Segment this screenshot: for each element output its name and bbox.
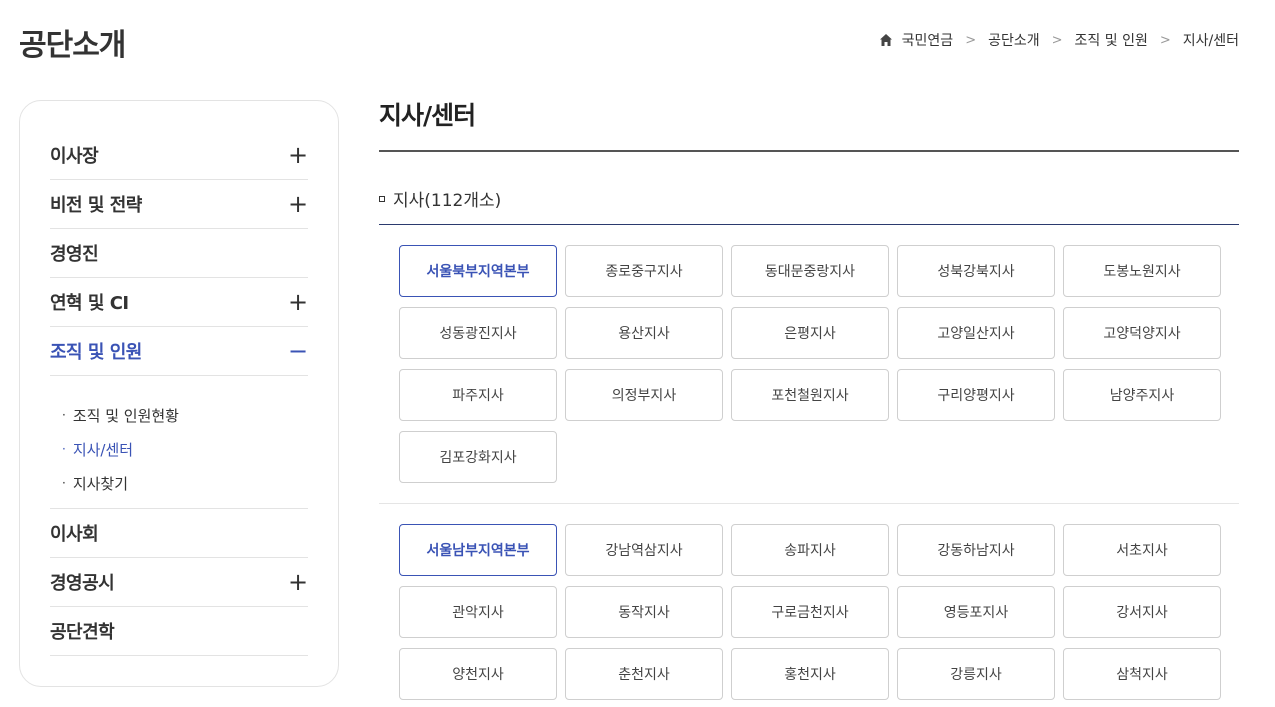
branch-button[interactable]: 강동하남지사 xyxy=(897,524,1055,576)
sidebar-item-label: 경영진 xyxy=(50,244,99,265)
chevron-right-icon: > xyxy=(1159,32,1171,48)
sidebar-item-label: 공단견학 xyxy=(50,622,115,643)
branch-button[interactable]: 포천철원지사 xyxy=(731,369,889,421)
sidebar-item-label: 연혁 및 CI xyxy=(50,293,129,314)
submenu-item-label: 지사찾기 xyxy=(72,474,129,493)
branch-button[interactable]: 성동광진지사 xyxy=(399,307,557,359)
submenu-item-label: 지사/센터 xyxy=(72,440,134,459)
content-title: 지사/센터 xyxy=(379,101,476,130)
chevron-right-icon: > xyxy=(965,32,977,48)
branch-button[interactable]: 성북강북지사 xyxy=(897,245,1055,297)
sidebar-item-label: 이사회 xyxy=(50,524,99,545)
breadcrumb: 국민연금 > 공단소개 > 조직 및 인원 > 지사/센터 xyxy=(879,30,1239,50)
branch-button[interactable]: 동작지사 xyxy=(565,586,723,638)
sidebar-item-vision[interactable]: 비전 및 전략 + xyxy=(50,180,308,229)
page-title: 공단소개 xyxy=(19,28,126,63)
submenu-item-label: 조직 및 인원현황 xyxy=(72,406,179,425)
sidebar-item-label: 조직 및 인원 xyxy=(50,342,142,363)
sidebar-item-label: 비전 및 전략 xyxy=(50,195,142,216)
sidebar: 이사장 + 비전 및 전략 + 경영진 연혁 및 CI + 조직 및 인원 − … xyxy=(19,100,339,687)
sidebar-item-disclosure[interactable]: 경영공시 + xyxy=(50,558,308,607)
bullet-icon: · xyxy=(62,476,66,490)
sidebar-item-label: 경영공시 xyxy=(50,573,115,594)
breadcrumb-item-organization[interactable]: 조직 및 인원 xyxy=(1075,30,1148,50)
regional-hq-button[interactable]: 서울남부지역본부 xyxy=(399,524,557,576)
regional-hq-button[interactable]: 서울북부지역본부 xyxy=(399,245,557,297)
branch-button[interactable]: 은평지사 xyxy=(731,307,889,359)
sidebar-item-history[interactable]: 연혁 및 CI + xyxy=(50,278,308,327)
submenu-item-organization-status[interactable]: · 조직 및 인원현황 xyxy=(50,398,308,432)
office-group-south: 서울남부지역본부 강남역삼지사 송파지사 강동하남지사 서초지사관악지사 동작지사 구로금천… xyxy=(399,524,1221,700)
submenu-item-branches[interactable]: · 지사/센터 xyxy=(50,432,308,466)
office-group-north: 서울북부지역본부 종로중구지사 동대문중랑지사 성북강북지사 도봉노원지사성동광진지사 용… xyxy=(399,245,1221,483)
breadcrumb-item-branches[interactable]: 지사/센터 xyxy=(1183,30,1239,50)
branch-button[interactable]: 춘천지사 xyxy=(565,648,723,700)
branch-button[interactable]: 영등포지사 xyxy=(897,586,1055,638)
branch-button[interactable]: 고양덕양지사 xyxy=(1063,307,1221,359)
breadcrumb-item-home[interactable]: 국민연금 xyxy=(902,30,954,50)
branch-button[interactable]: 고양일산지사 xyxy=(897,307,1055,359)
square-bullet-icon xyxy=(379,195,385,202)
sidebar-submenu: · 조직 및 인원현황 · 지사/센터 · 지사찾기 xyxy=(50,376,308,509)
sidebar-item-tour[interactable]: 공단견학 xyxy=(50,607,308,656)
branch-button[interactable]: 종로중구지사 xyxy=(565,245,723,297)
title-divider xyxy=(379,150,1239,152)
chevron-right-icon: > xyxy=(1051,32,1063,48)
branch-button[interactable]: 서초지사 xyxy=(1063,524,1221,576)
sidebar-item-board[interactable]: 이사회 xyxy=(50,509,308,558)
branch-button[interactable]: 삼척지사 xyxy=(1063,648,1221,700)
branch-button[interactable]: 동대문중랑지사 xyxy=(731,245,889,297)
bullet-icon: · xyxy=(62,442,66,456)
branch-button[interactable]: 강서지사 xyxy=(1063,586,1221,638)
branch-button[interactable]: 남양주지사 xyxy=(1063,369,1221,421)
bullet-icon: · xyxy=(62,408,66,422)
section-heading-label: 지사(112개소) xyxy=(393,191,502,211)
branch-button[interactable]: 관악지사 xyxy=(399,586,557,638)
branch-button[interactable]: 파주지사 xyxy=(399,369,557,421)
home-icon[interactable] xyxy=(879,33,893,47)
branch-button[interactable]: 송파지사 xyxy=(731,524,889,576)
branch-button[interactable]: 용산지사 xyxy=(565,307,723,359)
branch-button[interactable]: 강남역삼지사 xyxy=(565,524,723,576)
branch-button[interactable]: 도봉노원지사 xyxy=(1063,245,1221,297)
plus-icon[interactable]: + xyxy=(288,290,308,314)
sidebar-item-label: 이사장 xyxy=(50,146,99,167)
minus-icon[interactable]: − xyxy=(288,339,308,363)
sidebar-item-executives[interactable]: 경영진 xyxy=(50,229,308,278)
branch-button[interactable]: 김포강화지사 xyxy=(399,431,557,483)
section-heading: 지사(112개소) xyxy=(379,186,501,211)
branch-button[interactable]: 구리양평지사 xyxy=(897,369,1055,421)
sidebar-item-organization[interactable]: 조직 및 인원 − xyxy=(50,327,308,376)
plus-icon[interactable]: + xyxy=(288,143,308,167)
section-divider xyxy=(379,224,1239,225)
breadcrumb-item-about[interactable]: 공단소개 xyxy=(988,30,1040,50)
plus-icon[interactable]: + xyxy=(288,192,308,216)
submenu-item-find-branch[interactable]: · 지사찾기 xyxy=(50,466,308,500)
branch-button[interactable]: 구로금천지사 xyxy=(731,586,889,638)
branch-button[interactable]: 홍천지사 xyxy=(731,648,889,700)
branch-button[interactable]: 의정부지사 xyxy=(565,369,723,421)
group-divider xyxy=(379,503,1239,504)
branch-button[interactable]: 강릉지사 xyxy=(897,648,1055,700)
plus-icon[interactable]: + xyxy=(288,570,308,594)
branch-button[interactable]: 양천지사 xyxy=(399,648,557,700)
sidebar-item-ceo[interactable]: 이사장 + xyxy=(50,131,308,180)
